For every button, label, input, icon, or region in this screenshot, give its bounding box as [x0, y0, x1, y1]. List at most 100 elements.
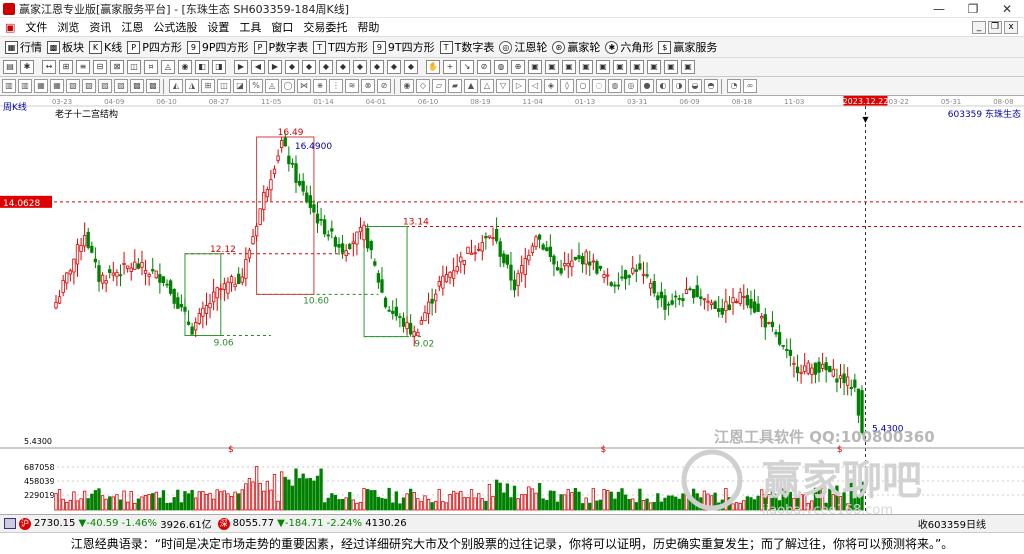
menu-help[interactable]: 帮助 — [352, 19, 384, 35]
candle-body[interactable] — [606, 274, 610, 277]
candle-body[interactable] — [79, 244, 83, 252]
candle-body[interactable] — [563, 263, 567, 267]
candle-body[interactable] — [566, 263, 570, 267]
candle-body[interactable] — [158, 274, 162, 283]
draw-tool-28-icon[interactable]: ⊘ — [477, 60, 491, 74]
candle-body[interactable] — [505, 254, 510, 265]
candle-body[interactable] — [695, 285, 699, 297]
candle-body[interactable] — [376, 273, 381, 283]
candle-body[interactable] — [706, 300, 710, 303]
candle-body[interactable] — [552, 255, 556, 265]
candle-body[interactable] — [398, 316, 402, 318]
sh-index-segment[interactable]: 沪 2730.15 ▼-40.59 -1.46% 3926.61亿 — [4, 516, 212, 531]
candle-body[interactable] — [509, 264, 513, 281]
chart-tool-10-icon[interactable]: ▩ — [146, 79, 160, 93]
draw-tool-2-icon[interactable]: ✱ — [20, 60, 34, 74]
candle-body[interactable] — [412, 331, 416, 337]
candle-body[interactable] — [459, 256, 463, 263]
candle-body[interactable] — [240, 276, 244, 283]
candle-body[interactable] — [61, 280, 65, 293]
candle-body[interactable] — [598, 265, 603, 269]
draw-tool-26-icon[interactable]: + — [443, 60, 457, 74]
draw-tool-24-icon[interactable]: ◆ — [404, 60, 418, 74]
draw-tool-15-icon[interactable]: ◀ — [251, 60, 265, 74]
chart-tool-26-icon[interactable]: ◇ — [416, 79, 430, 93]
candle-body[interactable] — [391, 310, 395, 314]
candle-body[interactable] — [276, 155, 280, 161]
candle-body[interactable] — [469, 252, 474, 255]
chart-tool-12-icon[interactable]: ◮ — [185, 79, 199, 93]
toolbar-winner-wheel-button[interactable]: ⊛ 赢家轮 — [552, 39, 600, 55]
candle-body[interactable] — [609, 282, 613, 286]
draw-tool-22-icon[interactable]: ◆ — [370, 60, 384, 74]
candle-body[interactable] — [83, 235, 87, 247]
chart-tool-32-icon[interactable]: ▷ — [512, 79, 526, 93]
candle-body[interactable] — [297, 180, 302, 186]
candle-body[interactable] — [645, 274, 649, 277]
menu-settings[interactable]: 设置 — [202, 19, 234, 35]
toolbar-kline-button[interactable]: K K线 — [89, 39, 122, 55]
candle-body[interactable] — [111, 272, 115, 276]
candle-body[interactable] — [498, 241, 502, 257]
candle-body[interactable] — [602, 274, 606, 278]
chart-tool-5-icon[interactable]: ▧ — [66, 79, 80, 93]
draw-tool-6-icon[interactable]: ⊟ — [93, 60, 107, 74]
candle-body[interactable] — [172, 288, 176, 304]
candle-body[interactable] — [466, 246, 470, 254]
candle-body[interactable] — [351, 241, 355, 245]
candle-body[interactable] — [820, 363, 825, 369]
draw-tool-30-icon[interactable]: ⊕ — [511, 60, 525, 74]
candle-body[interactable] — [208, 302, 212, 309]
candle-body[interactable] — [781, 344, 785, 347]
toolbar-blocks-button[interactable]: ▩ 板块 — [47, 39, 84, 55]
candle-body[interactable] — [803, 365, 807, 372]
draw-tool-40-icon[interactable]: ▣ — [681, 60, 695, 74]
candle-body[interactable] — [620, 276, 624, 279]
draw-tool-37-icon[interactable]: ▣ — [630, 60, 644, 74]
chart-tool-1-icon[interactable]: ▥ — [2, 79, 16, 93]
chart-tool-2-icon[interactable]: ▥ — [18, 79, 32, 93]
candle-body[interactable] — [516, 273, 520, 286]
candle-body[interactable] — [555, 267, 560, 271]
candle-body[interactable] — [534, 236, 538, 247]
candle-body[interactable] — [799, 371, 803, 374]
candle-body[interactable] — [57, 296, 62, 304]
mdi-minimize-button[interactable]: _ — [972, 20, 986, 34]
candle-body[interactable] — [573, 256, 578, 260]
candle-body[interactable] — [251, 236, 255, 245]
candle-body[interactable] — [652, 281, 656, 294]
toolbar-p-square-button[interactable]: P P四方形 — [127, 39, 182, 55]
candle-body[interactable] — [358, 227, 363, 233]
candle-body[interactable] — [595, 261, 599, 274]
candle-body[interactable] — [699, 296, 703, 299]
candle-body[interactable] — [168, 280, 173, 294]
candle-body[interactable] — [763, 314, 767, 328]
chart-tool-45-icon[interactable]: ◔ — [727, 79, 741, 93]
chart-tool-17-icon[interactable]: ◬ — [265, 79, 279, 93]
candle-body[interactable] — [290, 162, 295, 165]
candle-body[interactable] — [720, 307, 724, 315]
draw-tool-35-icon[interactable]: ▣ — [596, 60, 610, 74]
candle-body[interactable] — [770, 321, 775, 328]
draw-tool-7-icon[interactable]: ⊠ — [110, 60, 124, 74]
candle-body[interactable] — [165, 283, 169, 286]
chart-tool-15-icon[interactable]: ◪ — [233, 79, 247, 93]
candle-body[interactable] — [147, 274, 151, 277]
candle-body[interactable] — [846, 376, 850, 386]
candle-body[interactable] — [727, 304, 732, 311]
toolbar-dollar-button[interactable]: $ 赢家服务 — [658, 39, 717, 55]
candle-body[interactable] — [591, 260, 595, 263]
candle-body[interactable] — [394, 306, 398, 317]
candle-body[interactable] — [348, 243, 352, 250]
candle-body[interactable] — [817, 361, 821, 373]
chart-tool-6-icon[interactable]: ▧ — [82, 79, 96, 93]
candle-body[interactable] — [183, 306, 187, 312]
candle-body[interactable] — [254, 225, 259, 237]
candle-body[interactable] — [473, 252, 477, 255]
candle-body[interactable] — [287, 155, 291, 165]
chart-tool-30-icon[interactable]: △ — [480, 79, 494, 93]
candle-body[interactable] — [659, 291, 664, 299]
candle-body[interactable] — [219, 288, 223, 291]
chart-tool-41-icon[interactable]: ◐ — [656, 79, 670, 93]
candle-body[interactable] — [792, 362, 796, 365]
